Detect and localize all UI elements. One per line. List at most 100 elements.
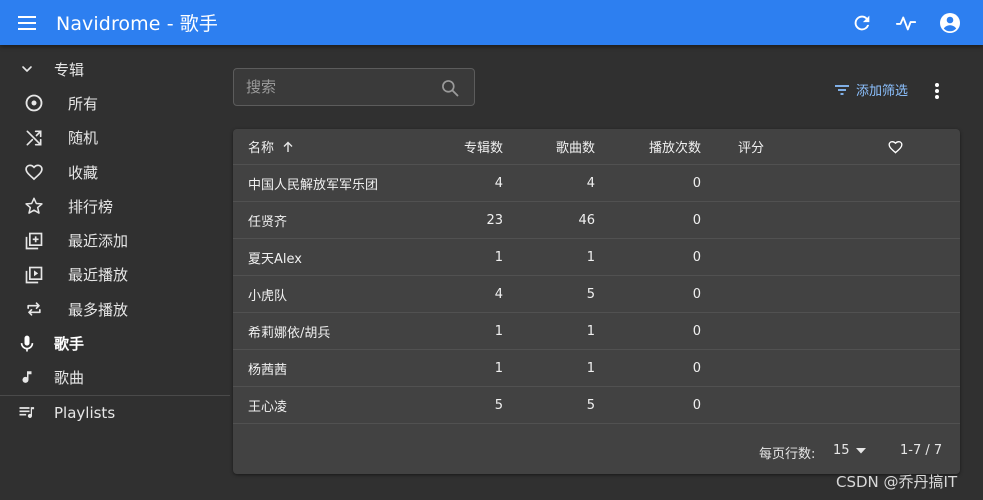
watermark: CSDN @乔丹搞IT [836, 473, 958, 491]
rows-per-page-label: 每页行数: [759, 447, 816, 462]
artist-name: 小虎队 [248, 288, 288, 304]
sidebar-item-top-rated[interactable]: 排行榜 [0, 189, 230, 223]
sidebar: 专辑 所有 随机 收藏 排行榜 最近添加 最近播放 最多播放 歌手 歌曲 Pla… [0, 52, 230, 430]
library-add-icon [25, 232, 43, 249]
song-count: 1 [586, 360, 595, 376]
sidebar-item-all[interactable]: 所有 [0, 86, 230, 120]
page-range: 1-7 / 7 [900, 443, 943, 458]
add-filter-button[interactable]: 添加筛选 [834, 80, 908, 99]
table-row[interactable]: 杨茜茜 1 1 0 [233, 350, 960, 387]
star-icon [25, 197, 43, 215]
artist-name: 希莉娜依/胡兵 [248, 325, 331, 341]
shuffle-icon [26, 130, 42, 146]
sidebar-item-label: 所有 [68, 94, 99, 113]
sidebar-section-label: 专辑 [54, 60, 85, 79]
table-row[interactable]: 任贤齐 23 46 0 [233, 202, 960, 239]
rows-per-page-value: 15 [833, 443, 850, 458]
sidebar-item-recently-played[interactable]: 最近播放 [0, 258, 230, 292]
music-note-icon [22, 371, 32, 383]
album-count: 4 [494, 175, 503, 191]
user-menu-button[interactable] [935, 8, 965, 38]
pulse-icon [895, 16, 917, 30]
column-header-favorite[interactable] [885, 129, 905, 164]
table-row[interactable]: 希莉娜依/胡兵 1 1 0 [233, 313, 960, 350]
sidebar-item-label: 最多播放 [68, 300, 129, 319]
album-count: 1 [494, 360, 503, 376]
sidebar-section-albums[interactable]: 专辑 [0, 52, 230, 86]
activity-button[interactable] [891, 8, 921, 38]
column-header-plays[interactable]: 播放次数 [623, 129, 701, 164]
heart-icon [25, 164, 43, 181]
table-row[interactable]: 王心凌 5 5 0 [233, 387, 960, 424]
sidebar-item-label: 排行榜 [68, 197, 114, 216]
repeat-icon [27, 302, 41, 316]
song-count: 46 [578, 212, 595, 228]
microphone-icon [20, 335, 34, 352]
column-header-rating[interactable]: 评分 [738, 129, 798, 164]
column-header-albums[interactable]: 专辑数 [433, 129, 503, 164]
sidebar-item-label: 收藏 [68, 163, 99, 182]
artist-name: 中国人民解放军军乐团 [248, 177, 379, 193]
play-count: 0 [692, 323, 701, 339]
play-count: 0 [692, 249, 701, 265]
table-row[interactable]: 中国人民解放军军乐团 4 4 0 [233, 165, 960, 202]
chevron-down-icon [22, 66, 32, 72]
sidebar-item-songs[interactable]: 歌曲 [0, 361, 230, 395]
search-box [233, 68, 475, 106]
sidebar-item-playlists[interactable]: Playlists [0, 396, 230, 430]
app-bar: Navidrome - 歌手 [0, 0, 983, 45]
artist-name: 杨茜茜 [248, 362, 288, 378]
album-count: 23 [486, 212, 503, 228]
sidebar-item-label: 最近播放 [68, 266, 129, 285]
sort-arrow-up-icon [283, 141, 293, 152]
table-row[interactable]: 夏天Alex 1 1 0 [233, 239, 960, 276]
search-input[interactable] [234, 78, 434, 96]
sidebar-item-recently-added[interactable]: 最近添加 [0, 223, 230, 257]
artist-name: 夏天Alex [248, 251, 302, 267]
sidebar-item-label: 歌曲 [54, 369, 85, 388]
account-circle-icon [940, 12, 960, 33]
sidebar-item-most-played[interactable]: 最多播放 [0, 292, 230, 326]
song-count: 4 [586, 175, 595, 191]
refresh-icon [854, 15, 870, 30]
artist-name: 王心凌 [248, 399, 288, 415]
filter-list-icon [835, 84, 849, 95]
column-header-songs[interactable]: 歌曲数 [523, 129, 595, 164]
song-count: 5 [586, 397, 595, 413]
more-options-button[interactable] [927, 80, 947, 102]
menu-icon [18, 15, 36, 30]
sidebar-item-favorites[interactable]: 收藏 [0, 155, 230, 189]
song-count: 1 [586, 249, 595, 265]
pagination: 每页行数: 15 1-7 / 7 [233, 431, 960, 471]
table-row[interactable]: 小虎队 4 5 0 [233, 276, 960, 313]
artist-name: 任贤齐 [248, 214, 288, 230]
album-count: 1 [494, 323, 503, 339]
rows-per-page-select[interactable]: 15 [833, 443, 866, 458]
search-icon[interactable] [440, 78, 460, 98]
sidebar-item-label: 歌手 [54, 335, 85, 354]
page-title: Navidrome - 歌手 [56, 13, 218, 35]
album-count: 5 [494, 397, 503, 413]
artist-table: 名称 专辑数 歌曲数 播放次数 评分 中国人民解放军军乐团 4 4 0 任贤齐 … [233, 129, 960, 474]
menu-button[interactable] [0, 0, 56, 45]
sidebar-item-label: 最近添加 [68, 232, 129, 251]
play-count: 0 [692, 175, 701, 191]
play-count: 0 [692, 212, 701, 228]
song-count: 5 [586, 286, 595, 302]
refresh-button[interactable] [847, 8, 877, 38]
video-library-icon [25, 266, 43, 284]
sidebar-item-artists[interactable]: 歌手 [0, 326, 230, 360]
sidebar-item-label: Playlists [54, 404, 116, 423]
table-header: 名称 专辑数 歌曲数 播放次数 评分 [233, 129, 960, 165]
add-filter-label: 添加筛选 [856, 84, 909, 99]
sidebar-item-label: 随机 [68, 129, 99, 148]
album-count: 4 [494, 286, 503, 302]
more-vert-icon [935, 83, 939, 99]
play-count: 0 [692, 286, 701, 302]
column-header-name[interactable]: 名称 [248, 129, 428, 164]
heart-icon [887, 140, 903, 154]
play-count: 0 [692, 360, 701, 376]
sidebar-item-random[interactable]: 随机 [0, 121, 230, 155]
playlist-icon [19, 407, 35, 419]
album-count: 1 [494, 249, 503, 265]
